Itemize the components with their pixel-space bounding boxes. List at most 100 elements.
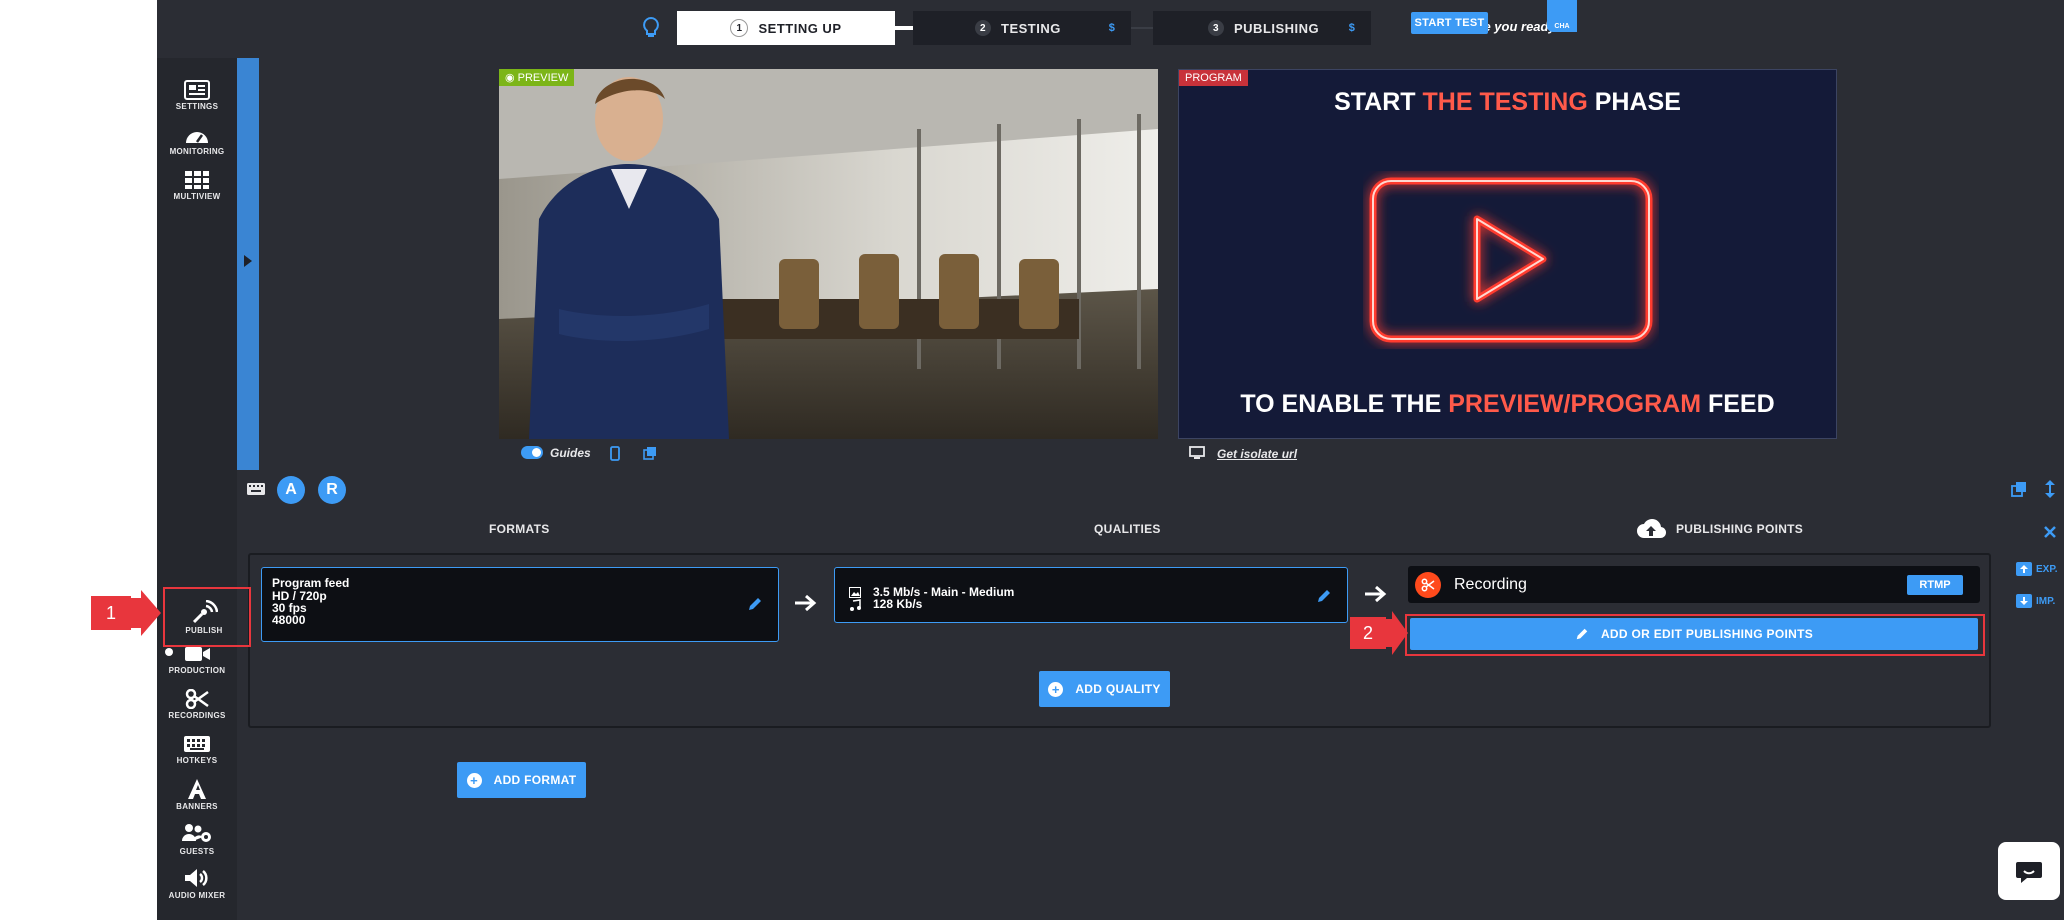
sidebar-item-hotkeys[interactable]: HOTKEYS [157, 734, 237, 765]
settings-icon [184, 80, 210, 100]
chat-button[interactable]: CHA [1547, 0, 1577, 32]
step-number: 3 [1208, 20, 1224, 36]
sidebar-item-monitoring[interactable]: MONITORING [157, 125, 237, 156]
dollar-icon: $ [1343, 19, 1361, 37]
keyboard-icon [184, 736, 210, 752]
plus-circle-icon: + [466, 772, 482, 788]
collapse-strip[interactable] [237, 58, 259, 470]
sidebar-item-guests[interactable]: GUESTS [157, 823, 237, 856]
cloud-upload-icon [1637, 519, 1666, 539]
sidebar-item-label: RECORDINGS [168, 711, 226, 720]
camera-icon [185, 647, 210, 661]
publishing-point-name: Recording [1454, 576, 1527, 593]
annotation-highlight-add-edit [1405, 614, 1985, 656]
isolate-url-link[interactable]: Get isolate url [1217, 447, 1297, 461]
sidebar-item-label: HOTKEYS [176, 756, 218, 765]
copy-icon[interactable] [643, 446, 657, 460]
chat-bubble-icon [2016, 862, 2042, 883]
support-chat-button[interactable] [1998, 842, 2060, 900]
close-icon[interactable] [2043, 525, 2057, 539]
preview-scene-image [499, 69, 1158, 439]
upload-icon [2016, 562, 2032, 576]
guides-toggle[interactable] [521, 446, 543, 459]
image-icon [849, 587, 861, 598]
letter-a-icon [188, 779, 206, 799]
preview-video[interactable]: ◉ PREVIEW [499, 69, 1158, 439]
chat-label: CHA [1554, 23, 1570, 30]
left-sidebar: SETTINGS MONITORING MULTIVIEW PUBLISH PR… [157, 58, 237, 920]
sidebar-item-audio-mixer[interactable]: AUDIO MIXER [157, 867, 237, 900]
eye-icon: ◉ [505, 72, 518, 84]
step-label: SETTING UP [758, 20, 842, 36]
headline-highlight: THE TESTING [1422, 88, 1588, 116]
dollar-icon: $ [1103, 19, 1121, 37]
annotation-marker-1: 1 [91, 596, 131, 630]
users-gear-icon [182, 824, 211, 842]
audio-r-badge[interactable]: R [318, 476, 346, 504]
annotation-arrow-icon [131, 590, 161, 636]
sidebar-item-settings[interactable]: SETTINGS [157, 80, 237, 111]
guides-label: Guides [550, 446, 591, 460]
speaker-icon [185, 869, 208, 887]
sidebar-item-label: BANNERS [176, 802, 218, 811]
publishing-points-header: PUBLISHING POINTS [1676, 522, 1804, 536]
edit-pencil-icon[interactable] [1316, 588, 1332, 604]
step-publishing[interactable]: 3 PUBLISHING $ [1153, 11, 1371, 45]
import-label: IMP. [2036, 595, 2056, 607]
preview-badge: ◉ PREVIEW [499, 69, 575, 86]
format-card[interactable]: Program feed HD / 720p 30 fps 48000 [261, 567, 779, 642]
sidebar-item-production[interactable]: PRODUCTION [157, 644, 237, 675]
start-test-button[interactable]: START TEST [1411, 12, 1488, 34]
step-number: 2 [975, 20, 991, 36]
add-quality-button[interactable]: + ADD QUALITY [1039, 671, 1170, 707]
program-badge: PROGRAM [1179, 70, 1248, 86]
sidebar-item-label: MONITORING [169, 147, 225, 156]
step-connector [1131, 27, 1153, 29]
sidebar-item-multiview[interactable]: MULTIVIEW [157, 170, 237, 201]
format-rate: 48000 [272, 613, 306, 627]
formats-header: FORMATS [489, 522, 550, 536]
program-subline: TO ENABLE THE PREVIEW/PROGRAM FEED [1179, 390, 1836, 419]
add-format-button[interactable]: + ADD FORMAT [457, 762, 586, 798]
step-connector [895, 26, 913, 30]
preview-label: PREVIEW [517, 72, 569, 84]
subline-text: FEED [1701, 390, 1775, 418]
subline-highlight: PREVIEW/PROGRAM [1448, 390, 1702, 418]
sidebar-item-label: GUESTS [179, 847, 215, 856]
audio-a-badge[interactable]: A [277, 476, 305, 504]
program-video[interactable]: PROGRAM START THE TESTING PHASE TO ENABL… [1178, 69, 1837, 439]
expand-arrow-icon [244, 255, 252, 267]
edit-pencil-icon[interactable] [747, 596, 763, 612]
subline-text: TO ENABLE THE [1240, 390, 1449, 418]
annotation-arrow-icon [1386, 611, 1408, 655]
step-number: 1 [730, 19, 749, 37]
step-setting-up[interactable]: 1 SETTING UP [677, 11, 895, 45]
import-button[interactable]: IMP. [2016, 592, 2064, 610]
sidebar-item-label: AUDIO MIXER [168, 891, 226, 900]
headline-text: PHASE [1587, 88, 1681, 116]
quality-card[interactable]: 3.5 Mb/s - Main - Medium 128 Kb/s [834, 567, 1348, 623]
publishing-point-row[interactable]: Recording RTMP [1408, 566, 1980, 603]
scissors-icon [185, 689, 209, 709]
resize-vertical-icon[interactable] [2044, 479, 2056, 499]
copy-icon[interactable] [2011, 481, 2027, 497]
export-label: EXP. [2036, 563, 2058, 575]
gauge-icon [186, 132, 208, 143]
sidebar-item-recordings[interactable]: RECORDINGS [157, 689, 237, 720]
step-label: TESTING [1001, 20, 1061, 36]
headline-text: START [1334, 88, 1423, 116]
sidebar-item-banners[interactable]: BANNERS [157, 778, 237, 811]
grid-icon [185, 171, 209, 189]
button-label: ADD QUALITY [1075, 682, 1161, 696]
arrow-right-icon [795, 594, 817, 612]
keyboard-icon[interactable] [246, 482, 266, 496]
scissors-icon [1421, 578, 1435, 592]
sidebar-item-label: SETTINGS [175, 102, 219, 111]
export-button[interactable]: EXP. [2016, 560, 2064, 578]
step-testing[interactable]: 2 TESTING $ [913, 11, 1131, 45]
lightbulb-icon[interactable] [641, 16, 661, 40]
qualities-header: QUALITIES [1094, 522, 1161, 536]
monitor-icon [1189, 446, 1205, 459]
download-icon [2016, 594, 2032, 608]
mobile-icon[interactable] [610, 446, 620, 461]
